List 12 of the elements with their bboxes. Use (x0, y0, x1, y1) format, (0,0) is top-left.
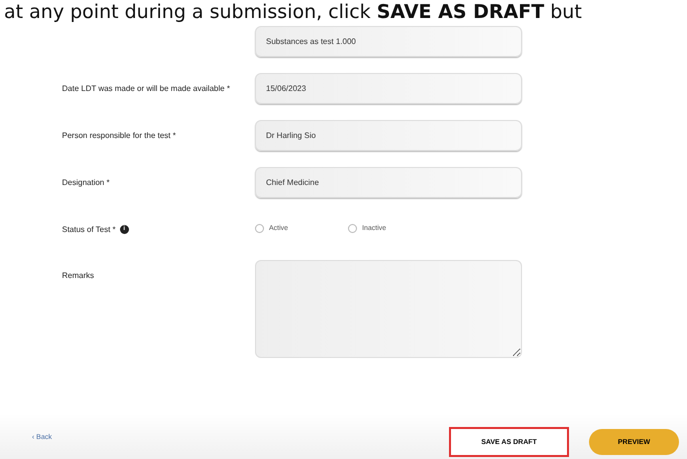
input-field[interactable]: Dr Harling Sio (255, 120, 522, 151)
input-field[interactable]: 15/06/2023 (255, 73, 522, 104)
input-field[interactable]: Chief Medicine (255, 167, 522, 198)
remarks-field[interactable] (255, 260, 522, 358)
field-label: Designation * (62, 177, 110, 189)
field-label: Status of Test * (62, 224, 116, 236)
field-label: Person responsible for the test * (62, 130, 176, 142)
field-label: Date LDT was made or will be made available * (62, 83, 230, 95)
radio-button[interactable] (348, 224, 358, 233)
field-label: Remarks (62, 270, 94, 282)
input-field[interactable]: Substances as test 1.000 (255, 26, 522, 57)
radio-button[interactable] (255, 224, 264, 233)
